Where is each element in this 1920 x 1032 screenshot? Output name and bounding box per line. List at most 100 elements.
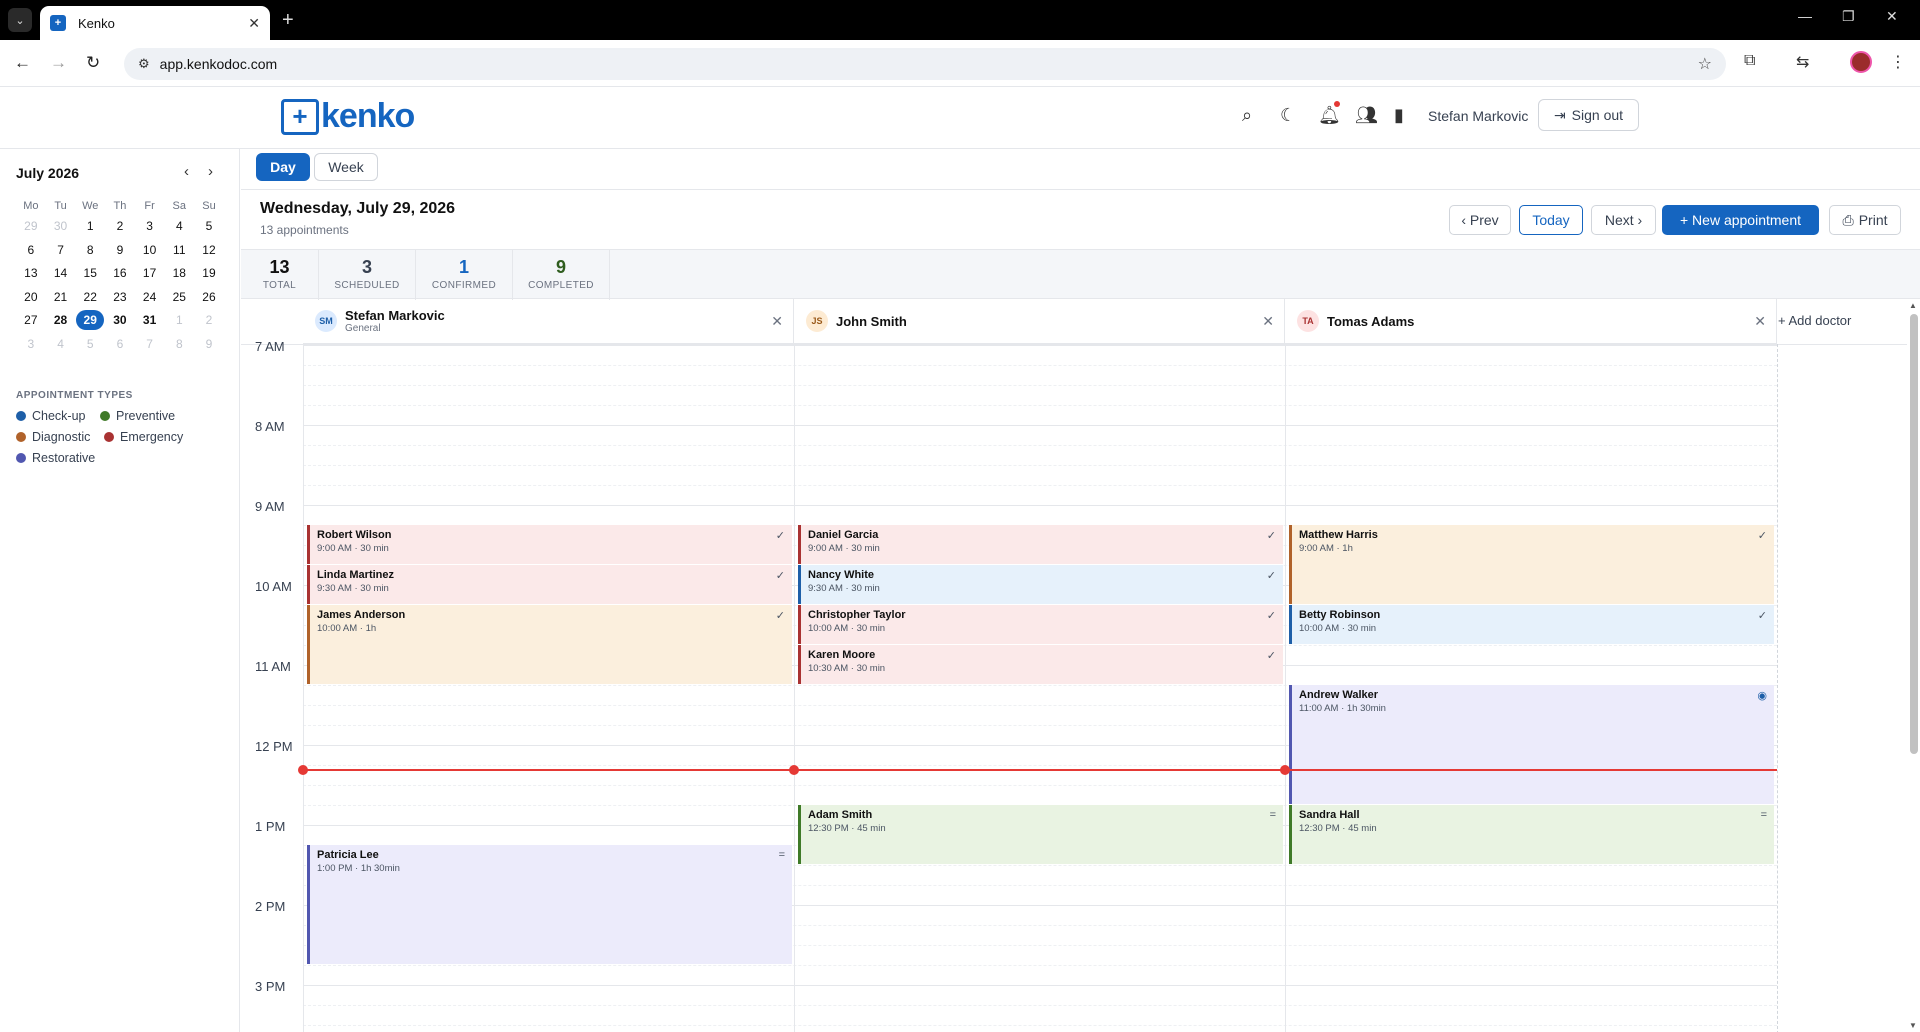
appointment-card[interactable]: Matthew Harris 9:00 AM · 1h ✓ <box>1289 525 1774 604</box>
calendar-day[interactable]: 31 <box>135 309 165 333</box>
remove-doctor-icon[interactable]: ✕ <box>771 313 783 330</box>
calendar-day[interactable]: 30 <box>105 309 135 333</box>
remove-doctor-icon[interactable]: ✕ <box>1754 313 1766 330</box>
calendar-day[interactable]: 30 <box>46 215 76 239</box>
calendar-day[interactable]: 4 <box>46 333 76 357</box>
calendar-day[interactable]: 4 <box>164 215 194 239</box>
minimize-icon[interactable]: — <box>1798 8 1812 24</box>
calendar-day[interactable]: 20 <box>16 286 46 310</box>
appointment-card[interactable]: Karen Moore 10:30 AM · 30 min ✓ <box>798 645 1283 684</box>
calendar-day[interactable]: 29 <box>75 309 105 333</box>
quarter-line <box>303 485 1777 486</box>
restore-icon[interactable]: ❐ <box>1842 8 1855 25</box>
browser-menu-icon[interactable]: ⋮ <box>1890 52 1906 72</box>
calendar-day[interactable]: 11 <box>164 239 194 263</box>
calendar-day[interactable]: 1 <box>75 215 105 239</box>
appointment-card[interactable]: Christopher Taylor 10:00 AM · 30 min ✓ <box>798 605 1283 644</box>
completed-check-icon: ✓ <box>1266 530 1276 542</box>
calendar-day[interactable]: 8 <box>164 333 194 357</box>
remove-doctor-icon[interactable]: ✕ <box>1262 313 1274 330</box>
calendar-day[interactable]: 2 <box>105 215 135 239</box>
calendar-day[interactable]: 2 <box>194 309 224 333</box>
calendar-day[interactable]: 5 <box>75 333 105 357</box>
bookmark-star-icon[interactable]: ☆ <box>1698 54 1712 74</box>
next-month-icon[interactable]: › <box>208 163 213 180</box>
sign-out-button[interactable]: ⇥ Sign out <box>1538 99 1639 131</box>
appointment-card[interactable]: James Anderson 10:00 AM · 1h ✓ <box>307 605 792 684</box>
users-icon[interactable]: 👥︎ <box>1355 105 1378 126</box>
tab-day[interactable]: Day <box>256 153 310 181</box>
bell-icon[interactable]: 🔔︎ <box>1318 105 1341 126</box>
calendar-day[interactable]: 29 <box>16 215 46 239</box>
back-icon[interactable]: ← <box>14 53 31 73</box>
print-button[interactable]: ⎙ Print <box>1829 205 1901 235</box>
site-info-icon[interactable]: ⚙ <box>138 56 150 72</box>
schedule-scrollbar[interactable]: ▲ ▼ <box>1907 299 1920 1032</box>
appointment-card[interactable]: Sandra Hall 12:30 PM · 45 min = <box>1289 805 1774 864</box>
calendar-day[interactable]: 22 <box>75 286 105 310</box>
calendar-day[interactable]: 7 <box>135 333 165 357</box>
calendar-day[interactable]: 7 <box>46 239 76 263</box>
appointment-card[interactable]: Adam Smith 12:30 PM · 45 min = <box>798 805 1283 864</box>
calendar-day[interactable]: 28 <box>46 309 76 333</box>
close-tab-icon[interactable]: ✕ <box>248 15 260 32</box>
calendar-day[interactable]: 21 <box>46 286 76 310</box>
scroll-up-icon[interactable]: ▲ <box>1909 301 1917 310</box>
kenko-logo[interactable]: + kenko <box>281 97 415 136</box>
appointment-card[interactable]: Andrew Walker 11:00 AM · 1h 30min ◉ <box>1289 685 1774 804</box>
reload-icon[interactable]: ↻ <box>86 53 100 73</box>
new-appointment-button[interactable]: + New appointment <box>1662 205 1819 235</box>
calendar-day[interactable]: 19 <box>194 262 224 286</box>
extensions-icon[interactable]: ⧉ <box>1744 52 1755 70</box>
prev-month-icon[interactable]: ‹ <box>184 163 189 180</box>
calendar-day[interactable]: 17 <box>135 262 165 286</box>
moon-icon[interactable]: ☾ <box>1280 105 1296 126</box>
calendar-day[interactable]: 8 <box>75 239 105 263</box>
calendar-day[interactable]: 6 <box>16 239 46 263</box>
calendar-day[interactable]: 1 <box>164 309 194 333</box>
calendar-day[interactable]: 3 <box>135 215 165 239</box>
scroll-down-icon[interactable]: ▼ <box>1909 1021 1917 1030</box>
close-window-icon[interactable]: ✕ <box>1886 8 1898 25</box>
hour-label: 9 AM <box>255 499 285 514</box>
tab-week[interactable]: Week <box>314 153 378 181</box>
profile-avatar[interactable] <box>1850 51 1872 73</box>
calendar-day[interactable]: 25 <box>164 286 194 310</box>
tab-search-icon[interactable]: ⌄ <box>8 8 32 32</box>
next-button[interactable]: Next › <box>1591 205 1656 235</box>
calendar-day[interactable]: 24 <box>135 286 165 310</box>
address-bar[interactable]: ⚙ app.kenkodoc.com ☆ <box>124 48 1726 80</box>
appointment-card[interactable]: Nancy White 9:30 AM · 30 min ✓ <box>798 565 1283 604</box>
prev-button[interactable]: ‹ Prev <box>1449 205 1511 235</box>
today-button[interactable]: Today <box>1519 205 1583 235</box>
stat-value: 1 <box>458 257 469 277</box>
calendar-day[interactable]: 26 <box>194 286 224 310</box>
calendar-day[interactable]: 9 <box>194 333 224 357</box>
calendar-day[interactable]: 10 <box>135 239 165 263</box>
calendar-day[interactable]: 12 <box>194 239 224 263</box>
calendar-day[interactable]: 15 <box>75 262 105 286</box>
scrollbar-thumb[interactable] <box>1910 314 1918 754</box>
translate-icon[interactable]: ⇆ <box>1796 52 1809 72</box>
appointment-card[interactable]: Linda Martinez 9:30 AM · 30 min ✓ <box>307 565 792 604</box>
calendar-day[interactable]: 5 <box>194 215 224 239</box>
calendar-day[interactable]: 18 <box>164 262 194 286</box>
calendar-day[interactable]: 23 <box>105 286 135 310</box>
appointment-card[interactable]: Daniel Garcia 9:00 AM · 30 min ✓ <box>798 525 1283 564</box>
browser-tab[interactable]: + Kenko ✕ <box>40 6 270 40</box>
search-icon[interactable]: ⌕ <box>1242 105 1252 126</box>
forward-icon[interactable]: → <box>50 53 67 73</box>
appointment-card[interactable]: Betty Robinson 10:00 AM · 30 min ✓ <box>1289 605 1774 644</box>
chart-icon[interactable]: ▮ <box>1394 105 1404 126</box>
calendar-day[interactable]: 3 <box>16 333 46 357</box>
calendar-day[interactable]: 9 <box>105 239 135 263</box>
calendar-day[interactable]: 13 <box>16 262 46 286</box>
calendar-day[interactable]: 6 <box>105 333 135 357</box>
appointment-card[interactable]: Robert Wilson 9:00 AM · 30 min ✓ <box>307 525 792 564</box>
calendar-day[interactable]: 16 <box>105 262 135 286</box>
calendar-day[interactable]: 14 <box>46 262 76 286</box>
appointment-card[interactable]: Patricia Lee 1:00 PM · 1h 30min = <box>307 845 792 964</box>
calendar-day[interactable]: 27 <box>16 309 46 333</box>
add-doctor-button[interactable]: + Add doctor <box>1778 313 1851 328</box>
new-tab-icon[interactable]: + <box>282 8 294 32</box>
